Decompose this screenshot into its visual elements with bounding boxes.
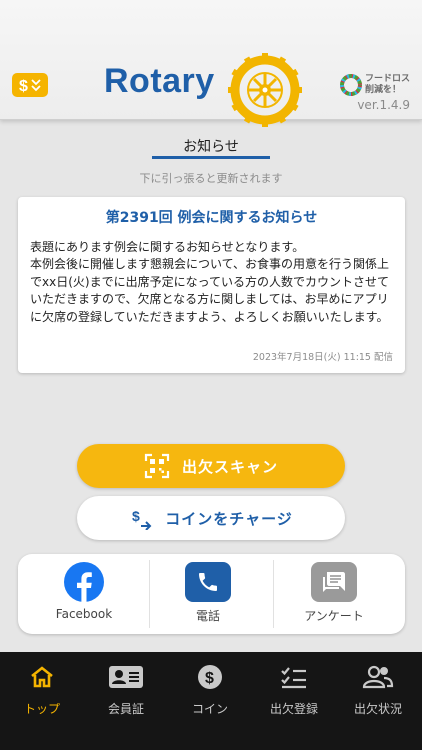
qr-scan-icon [144, 453, 170, 479]
member-card-icon [84, 664, 168, 690]
app-version: ver.1.4.9 [357, 98, 410, 112]
notice-card-title: 第2391回 例会に関するお知らせ [105, 210, 318, 226]
notice-title-underline [152, 156, 270, 159]
notice-card-body: 表題にあります例会に関するお知らせとなります。 本例会後に開催します懇親会につい… [30, 240, 390, 324]
sdg-text-line1: フードロス [365, 74, 411, 84]
sdg-food-loss-badge: フードロス 削減を！ [340, 74, 410, 96]
shortcut-divider [149, 560, 150, 628]
svg-text:$: $ [19, 78, 28, 94]
tab-attendance-status[interactable]: 出欠状況 [336, 664, 420, 717]
shortcut-panel: Facebook 電話 アンケート [18, 554, 405, 634]
coin-icon: $ [19, 78, 41, 94]
home-icon [0, 664, 84, 690]
attendance-scan-button[interactable]: 出欠スキャン [77, 444, 345, 488]
shortcut-facebook-label: Facebook [55, 607, 113, 621]
bottom-tab-bar: トップ 会員証 $ コイン 出欠登録 出欠状況 [0, 652, 422, 750]
pull-to-refresh-hint: 下に引っ張ると更新されます [139, 172, 283, 185]
tab-member-card[interactable]: 会員証 [84, 664, 168, 717]
phone-icon [185, 562, 231, 602]
shortcut-survey-label: アンケート [304, 609, 364, 623]
tab-attendance-register[interactable]: 出欠登録 [252, 664, 336, 717]
coin-icon: $ [168, 664, 252, 690]
tab-attendance-status-label: 出欠状況 [353, 702, 402, 716]
app-header: $ Rotary フードロス 削減を！ ver.1.4.9 [0, 0, 422, 127]
shortcut-divider [273, 560, 274, 628]
survey-icon [311, 562, 357, 602]
brand-logo-text: Rotary [104, 62, 215, 100]
rotary-wheel-logo [228, 53, 302, 127]
tab-member-card-label: 会員証 [107, 702, 144, 716]
coin-charge-button[interactable]: $ コインをチャージ [77, 496, 345, 540]
tab-attendance-register-label: 出欠登録 [269, 702, 318, 716]
coin-balance-button[interactable]: $ [12, 73, 48, 97]
tab-coin-label: コイン [191, 702, 228, 716]
notice-card-date: 2023年7月18日(火) 11:15 配信 [252, 352, 393, 363]
shortcut-phone[interactable]: 電話 [158, 562, 258, 624]
svg-text:$: $ [132, 508, 140, 524]
attendance-status-icon [336, 664, 420, 690]
shortcut-phone-label: 電話 [195, 609, 220, 623]
facebook-icon [61, 562, 107, 602]
sdg-text-line2: 削減を！ [365, 85, 402, 95]
svg-text:$: $ [205, 670, 214, 687]
sdg-wheel-icon [340, 74, 362, 96]
tab-top[interactable]: トップ [0, 664, 84, 717]
attendance-register-icon [252, 664, 336, 690]
shortcut-facebook[interactable]: Facebook [34, 562, 134, 621]
attendance-scan-label: 出欠スキャン [181, 457, 278, 476]
tab-top-label: トップ [23, 702, 60, 716]
notice-section-title: お知らせ [183, 139, 239, 155]
coin-charge-icon: $ [132, 508, 152, 530]
notice-card[interactable]: 第2391回 例会に関するお知らせ 表題にあります例会に関するお知らせとなります… [18, 197, 405, 373]
coin-charge-label: コインをチャージ [165, 509, 293, 528]
shortcut-survey[interactable]: アンケート [284, 562, 384, 624]
tab-coin[interactable]: $ コイン [168, 664, 252, 717]
